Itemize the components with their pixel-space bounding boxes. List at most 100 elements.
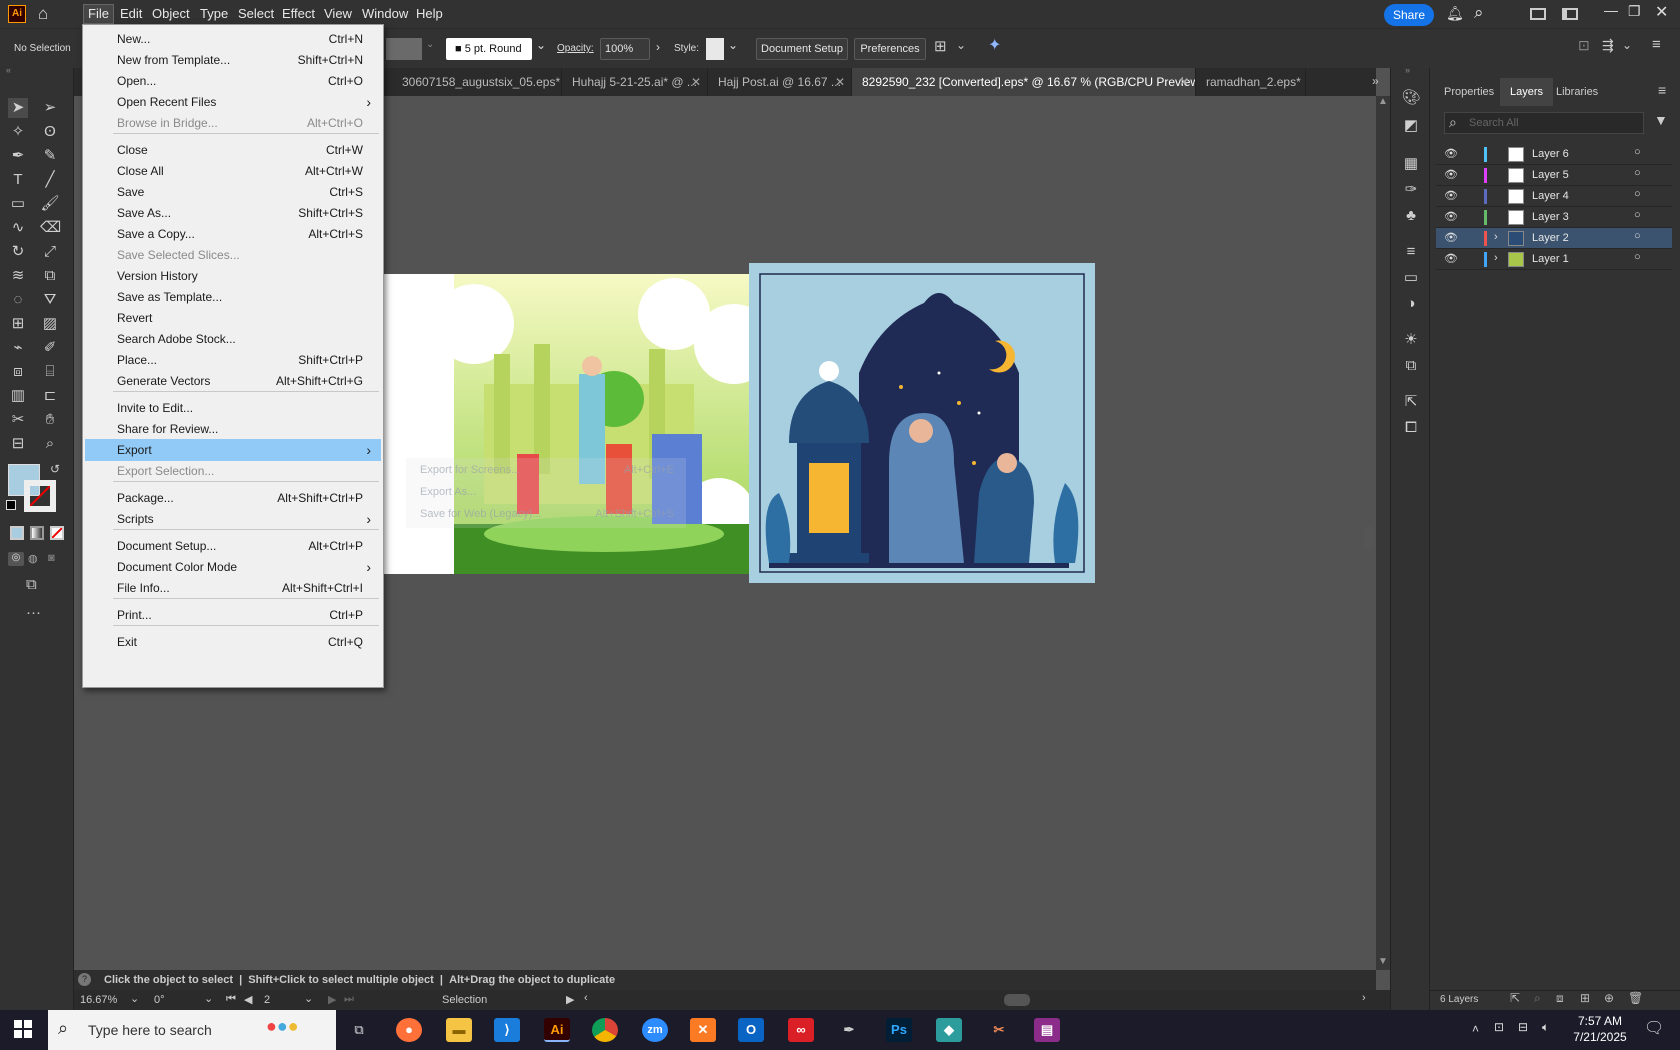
rotate-tool-icon[interactable]: ↻ <box>8 242 28 262</box>
type-tool-icon[interactable]: T <box>8 170 28 190</box>
file-menu-item-share-for-review[interactable]: Share for Review... <box>85 418 381 440</box>
none-mode-icon[interactable] <box>50 526 64 540</box>
recolor-icon[interactable]: ✦ <box>988 35 1001 55</box>
print-tiling-tool-icon[interactable]: ⊟ <box>8 434 28 454</box>
file-menu-item-new-from-template[interactable]: New from Template... Shift+Ctrl+N <box>85 49 381 71</box>
eyedropper-tool-icon[interactable]: ⌁ <box>8 338 28 358</box>
file-menu-item-close[interactable]: Close Ctrl+W <box>85 139 381 161</box>
style-chevron-icon[interactable]: ⌄ <box>728 38 738 52</box>
file-menu-item-document-setup[interactable]: Document Setup... Alt+Ctrl+P <box>85 535 381 557</box>
file-menu-item-revert[interactable]: Revert <box>85 307 381 329</box>
file-menu-item-scripts[interactable]: Scripts › <box>85 508 381 530</box>
new-layer-icon[interactable]: ⊕ <box>1604 991 1614 1005</box>
more-tools-icon[interactable]: ··· <box>26 604 41 621</box>
artboards-panel-icon[interactable]: ⧠ <box>1401 418 1421 438</box>
visibility-eye-icon[interactable]: 👁︎ <box>1444 189 1458 202</box>
gradient-tool-icon[interactable]: ▨ <box>40 314 60 334</box>
visibility-eye-icon[interactable]: 👁︎ <box>1444 210 1458 223</box>
minimize-icon[interactable]: — <box>1604 2 1618 18</box>
volume-icon[interactable]: 🔈︎ <box>1542 1020 1549 1035</box>
line-tool-icon[interactable]: ╱ <box>40 170 60 190</box>
clock-date[interactable]: 7/21/2025 <box>1566 1030 1634 1044</box>
document-setup-button[interactable]: Document Setup <box>756 38 848 60</box>
tab-document-2[interactable]: Huhajj 5-21-25.ai* @ ... ✕ <box>562 68 708 96</box>
layer-row[interactable]: 👁︎ Layer 5 ○ <box>1436 165 1672 186</box>
file-menu-item-save-as-template[interactable]: Save as Template... <box>85 286 381 308</box>
file-menu-item-place[interactable]: Place... Shift+Ctrl+P <box>85 349 381 371</box>
creative-cloud-icon[interactable]: ∞ <box>788 1018 814 1042</box>
vertical-scroll-handle[interactable] <box>1364 526 1374 550</box>
search-icon[interactable]: ⌕ <box>1474 3 1484 23</box>
home-icon[interactable]: ⌂ <box>38 4 48 24</box>
menu-window[interactable]: Window <box>358 5 412 23</box>
layer-name[interactable]: Layer 5 <box>1532 169 1569 181</box>
menu-type[interactable]: Type <box>196 5 232 23</box>
scroll-up-icon[interactable]: ▲ <box>1378 96 1388 107</box>
direct-selection-tool-icon[interactable]: ➢ <box>40 98 60 118</box>
color-mode-icon[interactable] <box>10 526 24 540</box>
preferences-button[interactable]: Preferences <box>854 38 926 60</box>
layer-name[interactable]: Layer 1 <box>1532 253 1569 265</box>
layer-row[interactable]: 👁︎ › Layer 1 ○ <box>1436 249 1672 270</box>
selection-tool-icon[interactable]: ➤ <box>8 98 28 118</box>
graph-tool-icon[interactable]: ▥ <box>8 386 28 406</box>
rotation-field[interactable]: 0° <box>154 994 165 1006</box>
curvature-tool-icon[interactable]: ✎ <box>40 146 60 166</box>
shaper-tool-icon[interactable]: ∿ <box>8 218 28 238</box>
warp-tool-icon[interactable]: ≋ <box>8 266 28 286</box>
rectangle-tool-icon[interactable]: ▭ <box>8 194 28 214</box>
opacity-label[interactable]: Opacity: <box>557 43 594 54</box>
expand-chevron-icon[interactable]: › <box>1494 231 1498 243</box>
zoom-tool-icon[interactable]: ⌕ <box>40 434 60 454</box>
distribute-chevron-icon[interactable]: ⌄ <box>1622 38 1632 52</box>
firefox-icon[interactable]: ● <box>396 1018 422 1042</box>
app-diamond-icon[interactable]: ◆ <box>936 1018 962 1042</box>
tab-close-icon[interactable]: ✕ <box>1179 68 1189 96</box>
file-menu-item-invite-to-edit[interactable]: Invite to Edit... <box>85 397 381 419</box>
panel-menu-icon[interactable]: ≡ <box>1658 82 1666 98</box>
stroke-profile-chevron-icon[interactable]: ⌄ <box>536 38 546 52</box>
chrome-icon[interactable] <box>592 1018 618 1042</box>
distribute-icon[interactable]: ⇶ <box>1602 37 1614 54</box>
illustrator-taskbar-icon[interactable]: Ai <box>544 1018 570 1042</box>
export-submenu-item[interactable]: Export As... <box>414 486 678 504</box>
menu-file[interactable]: File <box>83 4 114 24</box>
stroke-chevron-icon[interactable]: ⌄ <box>426 39 434 50</box>
export-submenu-item[interactable]: Export for Screens... Alt+Ctrl+E <box>414 464 678 482</box>
screen-mode-icon[interactable]: ⧉ <box>26 576 37 593</box>
task-view-icon[interactable]: ⧉ <box>346 1018 372 1042</box>
layer-row[interactable]: 👁︎ Layer 4 ○ <box>1436 186 1672 207</box>
shape-builder-tool-icon[interactable]: ◌ <box>8 290 28 310</box>
transform-icon[interactable]: ⊡ <box>1578 37 1590 54</box>
file-menu-item-open[interactable]: Open... Ctrl+O <box>85 70 381 92</box>
clock-time[interactable]: 7:57 AM <box>1570 1014 1630 1028</box>
opacity-arrow-icon[interactable]: › <box>656 40 660 54</box>
target-circle-icon[interactable]: ○ <box>1634 167 1641 179</box>
tab-close-icon[interactable]: ✕ <box>691 68 701 96</box>
measure-tool-icon[interactable]: ✐ <box>40 338 60 358</box>
file-menu-item-save-as[interactable]: Save As... Shift+Ctrl+S <box>85 202 381 224</box>
last-artboard-icon[interactable]: ⏭ <box>344 993 354 1006</box>
pen-app-icon[interactable]: ✒ <box>836 1018 862 1042</box>
hand-tool-icon[interactable]: ✋︎ <box>40 410 60 430</box>
gradient-panel-icon[interactable]: ▭ <box>1401 268 1421 288</box>
network-icon[interactable]: ⊟ <box>1518 1020 1528 1034</box>
file-menu-item-file-info[interactable]: File Info... Alt+Shift+Ctrl+I <box>85 577 381 599</box>
winrar-icon[interactable]: ▤ <box>1034 1018 1060 1042</box>
brushes-panel-icon[interactable]: ✑ <box>1401 180 1421 200</box>
tab-document-5[interactable]: ramadhan_2.eps* @ <box>1196 68 1306 96</box>
scroll-down-icon[interactable]: ▼ <box>1378 956 1388 967</box>
file-menu-item-export[interactable]: Export › <box>85 439 381 461</box>
mesh-tool-icon[interactable]: ⊞ <box>8 314 28 334</box>
layer-name[interactable]: Layer 2 <box>1532 232 1569 244</box>
default-colors-icon[interactable] <box>6 500 16 510</box>
file-menu-item-package[interactable]: Package... Alt+Shift+Ctrl+P <box>85 487 381 509</box>
export-layer-icon[interactable]: ⇱ <box>1510 991 1520 1005</box>
visibility-eye-icon[interactable]: 👁︎ <box>1444 147 1458 160</box>
file-menu-item-save[interactable]: Save Ctrl+S <box>85 181 381 203</box>
file-menu-item-document-color-mode[interactable]: Document Color Mode › <box>85 556 381 578</box>
align-chevron-icon[interactable]: ⌄ <box>956 38 966 52</box>
file-menu-item-exit[interactable]: Exit Ctrl+Q <box>85 631 381 653</box>
tab-document-1[interactable]: 30607158_augustsix_05.eps* <box>392 68 562 96</box>
gradient-mode-icon[interactable] <box>30 526 44 540</box>
